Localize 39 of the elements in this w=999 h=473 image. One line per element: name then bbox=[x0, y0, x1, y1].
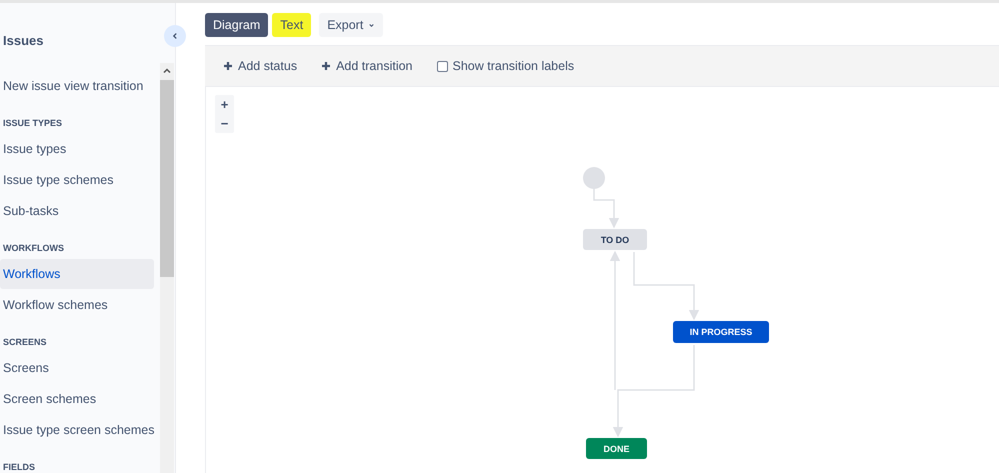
scrollbar[interactable] bbox=[160, 63, 174, 473]
section-heading: SCREENS bbox=[2, 336, 48, 349]
sidebar-title: Issues bbox=[3, 32, 44, 50]
status-node[interactable]: DONE bbox=[586, 438, 647, 459]
plus-icon bbox=[223, 61, 233, 71]
transition-arrow[interactable] bbox=[610, 250, 620, 390]
scroll-up-icon[interactable] bbox=[162, 66, 172, 76]
plus-icon bbox=[321, 61, 332, 71]
zoom-out-button[interactable]: − bbox=[215, 114, 234, 133]
sidebar-item[interactable]: Workflows bbox=[0, 259, 154, 289]
view-tab[interactable]: Diagram bbox=[205, 13, 268, 37]
add-transition-button[interactable]: Add transition bbox=[321, 59, 413, 73]
checkbox-label[interactable]: Show transition labels bbox=[452, 59, 574, 73]
sidebar-item[interactable]: Issue types bbox=[0, 134, 154, 165]
collapse-button[interactable] bbox=[164, 25, 186, 47]
section-heading: FIELDS bbox=[2, 461, 36, 473]
sidebar-item[interactable]: Sub-tasks bbox=[0, 196, 154, 227]
start-node[interactable] bbox=[583, 167, 605, 189]
transition-arrow[interactable] bbox=[593, 189, 620, 228]
scrollbar-thumb[interactable] bbox=[160, 80, 174, 277]
sidebar-item[interactable]: Screens bbox=[0, 353, 154, 384]
sidebar-item[interactable]: Issue type screen schemes bbox=[0, 415, 154, 446]
status-node[interactable]: TO DO bbox=[583, 229, 647, 250]
caret-down-icon bbox=[368, 22, 376, 28]
status-node[interactable]: IN PROGRESS bbox=[673, 321, 769, 343]
section-heading: ISSUE TYPES bbox=[2, 117, 64, 130]
sidebar-item[interactable]: Issue type schemes bbox=[0, 165, 154, 196]
sidebar-item[interactable]: Workflow schemes bbox=[0, 290, 154, 321]
transition-arrow[interactable] bbox=[633, 252, 700, 320]
chevron-left-icon bbox=[171, 32, 179, 40]
export-button[interactable]: Export bbox=[319, 13, 384, 37]
sidebar-item[interactable]: New issue view transition bbox=[0, 71, 154, 102]
add-status-button[interactable]: Add status bbox=[223, 59, 298, 73]
checkbox[interactable] bbox=[436, 60, 448, 72]
view-tab[interactable]: Text bbox=[272, 13, 312, 37]
section-heading: WORKFLOWS bbox=[2, 242, 65, 255]
zoom-in-button[interactable]: + bbox=[215, 95, 234, 114]
transition-arrow[interactable] bbox=[612, 345, 695, 438]
sidebar-item[interactable]: Screen schemes bbox=[0, 384, 154, 415]
